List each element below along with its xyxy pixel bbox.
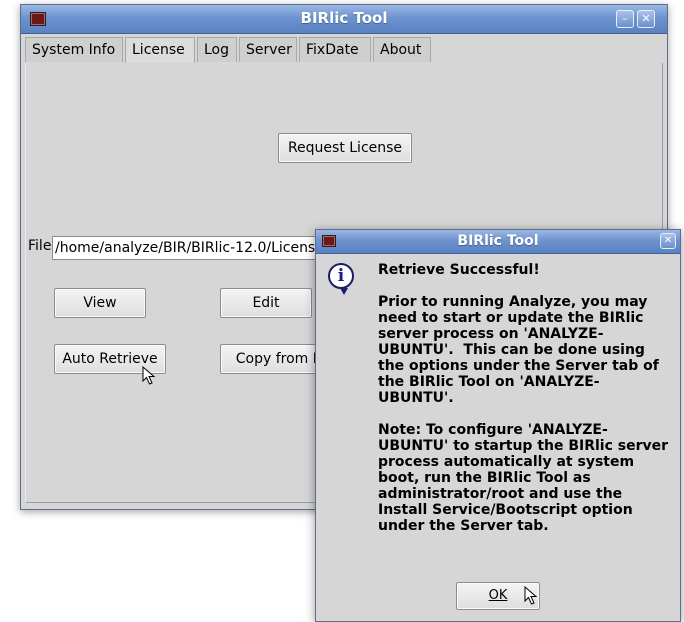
retrieve-success-dialog: BIRlic Tool ✕ i Retrieve Successful! Pri… (315, 229, 681, 622)
request-license-button[interactable]: Request License (278, 133, 412, 163)
dialog-titlebar[interactable]: BIRlic Tool ✕ (316, 230, 680, 254)
view-button[interactable]: View (54, 288, 146, 318)
tab-license[interactable]: License (125, 37, 195, 64)
tab-about[interactable]: About (373, 37, 431, 62)
dialog-close-icon[interactable]: ✕ (660, 233, 676, 249)
mouse-pointer-icon-dialog (524, 586, 538, 605)
dialog-message: Retrieve Successful! Prior to running An… (378, 262, 669, 534)
file-label: File (28, 238, 52, 254)
tab-bar: System Info License Log Server FixDate A… (25, 37, 663, 64)
main-titlebar[interactable]: BIRlic Tool – ✕ (21, 5, 667, 34)
window-title: BIRlic Tool (300, 9, 388, 27)
dialog-title: BIRlic Tool (457, 233, 539, 249)
minimize-icon[interactable]: – (616, 10, 634, 28)
close-icon[interactable]: ✕ (637, 10, 655, 28)
tab-fixdate[interactable]: FixDate (299, 37, 371, 62)
tab-system-info[interactable]: System Info (25, 37, 123, 62)
tab-server[interactable]: Server (239, 37, 297, 62)
info-icon: i (328, 263, 354, 295)
tab-log[interactable]: Log (197, 37, 237, 62)
mouse-pointer-icon (142, 366, 156, 385)
file-path-input[interactable] (52, 236, 352, 260)
edit-button[interactable]: Edit (220, 288, 312, 318)
ok-button-label: OK (488, 588, 508, 603)
